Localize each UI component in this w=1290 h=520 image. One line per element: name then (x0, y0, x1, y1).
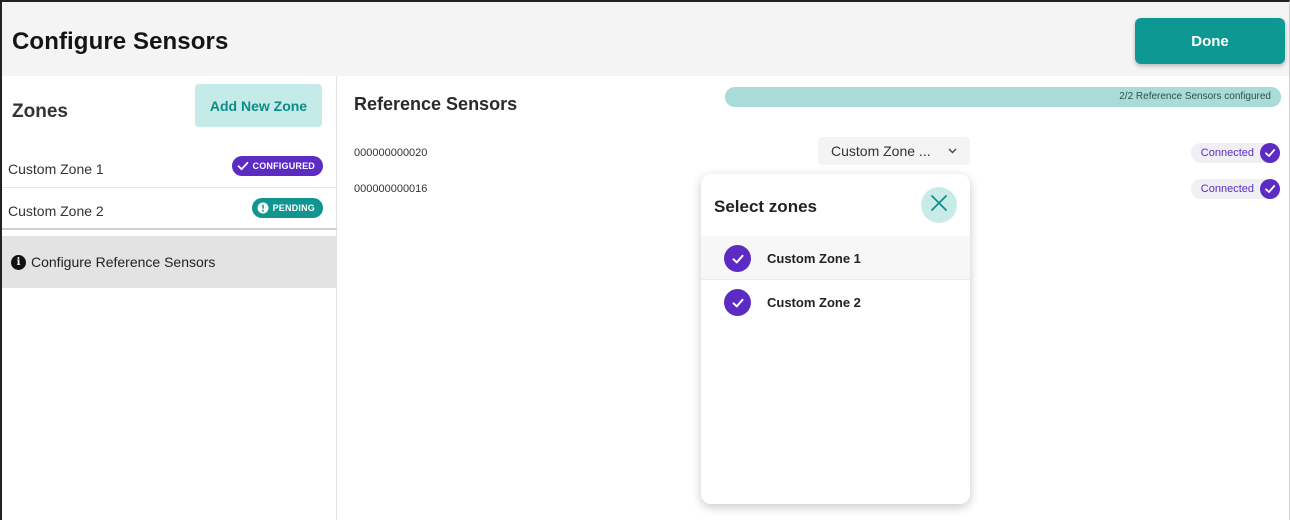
zone-select-dropdown[interactable]: Custom Zone ... (818, 137, 970, 165)
popup-header: Select zones (701, 174, 970, 236)
configure-reference-sensors-item[interactable]: i Configure Reference Sensors (2, 236, 337, 288)
zone-row-custom-zone-2[interactable]: Custom Zone 2 PENDING (2, 190, 337, 230)
check-icon (237, 160, 249, 172)
zones-heading: Zones (12, 101, 68, 122)
zone-option-custom-zone-1[interactable]: Custom Zone 1 (701, 236, 970, 280)
configure-reference-sensors-label: Configure Reference Sensors (31, 254, 216, 270)
badge-label: CONFIGURED (252, 161, 315, 171)
connection-status-label: Connected (1200, 147, 1254, 159)
zone-name: Custom Zone 1 (8, 161, 104, 177)
header-bar: Configure Sensors Done (2, 2, 1289, 76)
zone-option-custom-zone-2[interactable]: Custom Zone 2 (701, 280, 970, 324)
check-circle-icon (1260, 143, 1280, 163)
sensor-id: 000000000016 (354, 183, 428, 195)
add-new-zone-button[interactable]: Add New Zone (195, 84, 322, 127)
checkbox-checked-icon[interactable] (724, 245, 751, 272)
configuration-progress-bar: 2/2 Reference Sensors configured (725, 87, 1281, 107)
status-badge-pending: PENDING (251, 198, 323, 218)
page-title: Configure Sensors (12, 28, 229, 55)
zones-sidebar: Zones Add New Zone Custom Zone 1 CONFIGU… (2, 76, 337, 520)
zone-row-custom-zone-1[interactable]: Custom Zone 1 CONFIGURED (2, 148, 337, 188)
done-button[interactable]: Done (1135, 18, 1285, 64)
zone-option-label: Custom Zone 2 (767, 295, 861, 310)
zone-select-value: Custom Zone ... (831, 143, 931, 159)
chevron-down-icon (948, 146, 970, 156)
connection-status-label: Connected (1200, 183, 1254, 195)
badge-label: PENDING (272, 203, 315, 213)
status-badge-configured: CONFIGURED (231, 156, 323, 176)
close-icon (929, 193, 949, 218)
progress-text: 2/2 Reference Sensors configured (1119, 91, 1271, 102)
zone-option-label: Custom Zone 1 (767, 251, 861, 266)
sensor-id: 000000000020 (354, 147, 428, 159)
connection-status-badge: Connected (1190, 179, 1280, 199)
info-icon: i (11, 255, 26, 270)
reference-sensors-title: Reference Sensors (354, 94, 518, 114)
popup-title: Select zones (714, 197, 817, 216)
zone-name: Custom Zone 2 (8, 203, 104, 219)
close-button[interactable] (921, 187, 957, 223)
checkbox-checked-icon[interactable] (724, 289, 751, 316)
check-circle-icon (1260, 179, 1280, 199)
select-zones-popup: Select zones Custom Zone 1 Custom Zone 2 (701, 174, 970, 504)
connection-status-badge: Connected (1190, 143, 1280, 163)
zone-options-list: Custom Zone 1 Custom Zone 2 (701, 236, 970, 324)
exclamation-icon (257, 202, 269, 214)
